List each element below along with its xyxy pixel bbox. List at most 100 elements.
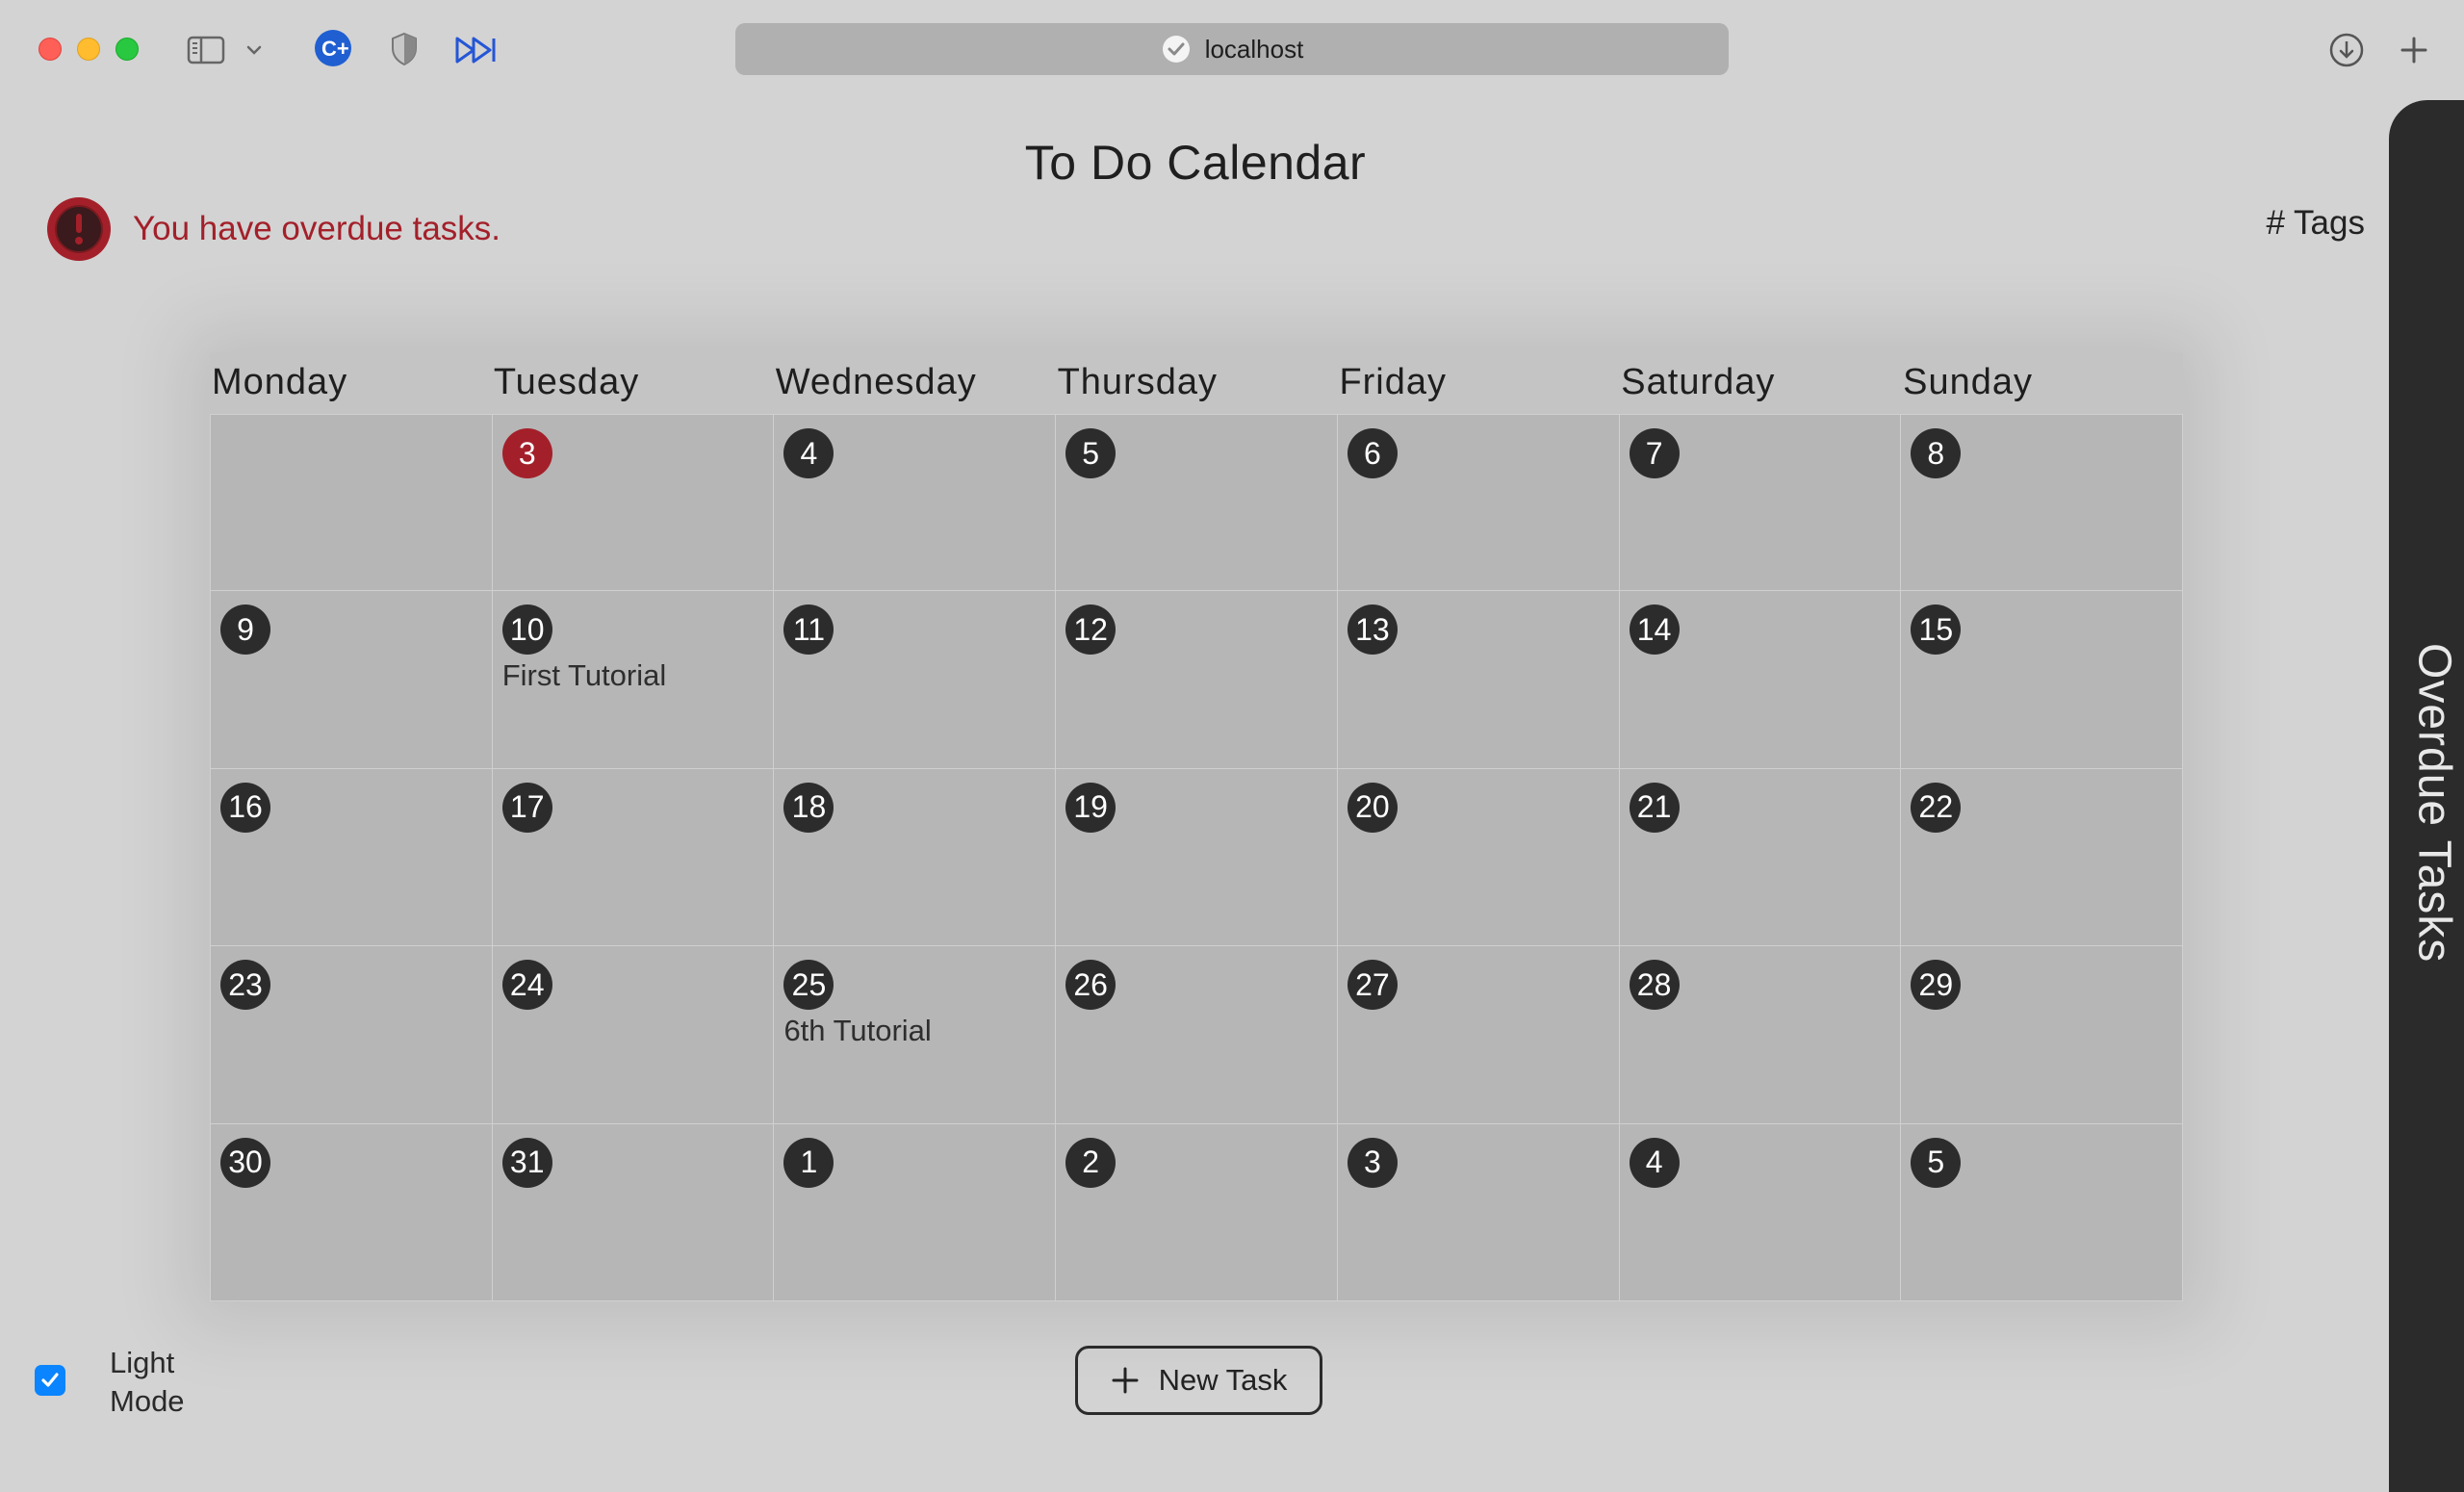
week-row: 3 4 5 6 7 8 xyxy=(210,414,2184,592)
day-cell[interactable]: 4 xyxy=(774,414,1057,592)
weekday-header: Monday xyxy=(212,362,348,402)
day-cell[interactable]: 29 xyxy=(1901,946,2184,1124)
day-cell[interactable]: 7 xyxy=(1619,414,1902,592)
day-number: 3 xyxy=(1347,1137,1398,1188)
day-cell[interactable]: 3 xyxy=(492,414,775,592)
c-plus-extension-icon[interactable]: C+ xyxy=(314,29,352,67)
day-cell[interactable]: 18 xyxy=(774,768,1057,947)
day-cell[interactable]: 31 xyxy=(492,1123,775,1301)
day-number: 26 xyxy=(1065,960,1116,1011)
fast-forward-icon[interactable] xyxy=(452,33,499,67)
day-number: 4 xyxy=(1629,1137,1680,1188)
weekday-header: Thursday xyxy=(1057,362,1218,402)
light-mode-checkbox[interactable] xyxy=(35,1365,65,1396)
shield-icon[interactable] xyxy=(387,31,422,67)
day-number: 18 xyxy=(783,782,834,833)
day-number-today: 3 xyxy=(501,428,552,478)
weekday-header-row: Monday Tuesday Wednesday Thursday Friday Satu… xyxy=(210,352,2183,414)
day-number: 30 xyxy=(220,1137,270,1188)
day-cell[interactable]: 5 xyxy=(1056,414,1338,592)
day-number: 5 xyxy=(1911,1137,1962,1188)
day-cell[interactable]: 28 xyxy=(1619,946,1902,1124)
day-cell[interactable]: 23 xyxy=(210,946,493,1124)
day-number: 6 xyxy=(1347,428,1398,478)
window-close-button[interactable] xyxy=(38,38,62,61)
address-text: localhost xyxy=(1204,34,1304,64)
day-cell[interactable]: 8 xyxy=(1901,414,2184,592)
day-number: 29 xyxy=(1911,960,1962,1011)
day-number: 15 xyxy=(1911,605,1962,656)
day-cell[interactable]: 26 xyxy=(1056,946,1338,1124)
day-cell[interactable]: 2 xyxy=(1056,1123,1338,1301)
secure-check-icon xyxy=(1162,36,1190,63)
day-number: 17 xyxy=(501,782,552,833)
day-cell[interactable]: 27 xyxy=(1337,946,1620,1124)
week-row: 30 31 1 2 3 4 5 xyxy=(210,1123,2184,1301)
day-cell[interactable]: 24 xyxy=(492,946,775,1124)
day-cell[interactable]: 17 xyxy=(492,768,775,947)
day-cell[interactable]: 6 xyxy=(1337,414,1620,592)
day-cell[interactable]: 11 xyxy=(774,591,1057,769)
day-cell[interactable]: 20 xyxy=(1337,768,1620,947)
day-cell[interactable]: 9 xyxy=(210,591,493,769)
plus-icon xyxy=(1112,1367,1139,1394)
day-number: 14 xyxy=(1629,605,1680,656)
address-bar[interactable]: localhost xyxy=(735,23,1729,75)
overdue-tasks-tab[interactable]: Overdue Tasks xyxy=(2389,100,2464,1492)
week-row: 16 17 18 19 20 21 22 xyxy=(210,768,2184,947)
sidebar-icon[interactable] xyxy=(185,33,227,67)
day-cell[interactable]: 12 xyxy=(1056,591,1338,769)
day-cell[interactable]: 30 xyxy=(210,1123,493,1301)
day-cell[interactable]: 22 xyxy=(1901,768,2184,947)
window-zoom-button[interactable] xyxy=(116,38,139,61)
day-cell[interactable]: 10 First Tutorial xyxy=(492,591,775,769)
day-number: 12 xyxy=(1065,605,1116,656)
day-number: 13 xyxy=(1347,605,1398,656)
new-task-label: New Task xyxy=(1158,1363,1288,1397)
day-number: 21 xyxy=(1629,782,1680,833)
chevron-down-icon[interactable] xyxy=(243,39,266,62)
window-minimize-button[interactable] xyxy=(77,38,100,61)
day-cell[interactable]: 4 xyxy=(1619,1123,1902,1301)
day-number: 7 xyxy=(1629,428,1680,478)
task-item[interactable]: First Tutorial xyxy=(502,658,774,693)
week-row: 9 10 First Tutorial 11 12 13 14 15 xyxy=(210,591,2184,769)
day-cell[interactable]: 15 xyxy=(1901,591,2184,769)
day-number: 27 xyxy=(1347,960,1398,1011)
exclamation-icon xyxy=(46,196,112,262)
day-cell[interactable]: 13 xyxy=(1337,591,1620,769)
day-cell[interactable]: 5 xyxy=(1901,1123,2184,1301)
day-number: 20 xyxy=(1347,782,1398,833)
day-cell[interactable]: 19 xyxy=(1056,768,1338,947)
day-number: 11 xyxy=(783,605,834,656)
day-cell[interactable]: 3 xyxy=(1337,1123,1620,1301)
day-cell[interactable]: 25 6th Tutorial xyxy=(774,946,1057,1124)
day-cell[interactable] xyxy=(210,414,493,592)
day-number: 1 xyxy=(783,1137,834,1188)
tags-link[interactable]: # Tags xyxy=(2267,204,2366,243)
day-cell[interactable]: 14 xyxy=(1619,591,1902,769)
plus-icon[interactable] xyxy=(2395,31,2433,69)
checkmark-icon xyxy=(41,1373,59,1387)
day-number: 8 xyxy=(1911,428,1962,478)
task-item[interactable]: 6th Tutorial xyxy=(783,1014,1055,1048)
day-number: 22 xyxy=(1911,782,1962,833)
day-number: 5 xyxy=(1065,428,1116,478)
day-number: 9 xyxy=(220,605,270,656)
day-cell[interactable]: 1 xyxy=(774,1123,1057,1301)
day-number: 10 xyxy=(501,605,552,656)
weekday-header: Saturday xyxy=(1621,362,1776,402)
light-mode-label: Light Mode xyxy=(110,1346,185,1418)
day-number: 2 xyxy=(1065,1137,1116,1188)
weekday-header: Friday xyxy=(1339,362,1448,402)
day-number: 23 xyxy=(220,960,270,1011)
alert-text: You have overdue tasks. xyxy=(133,210,501,247)
day-cell[interactable]: 16 xyxy=(210,768,493,947)
day-cell[interactable]: 21 xyxy=(1619,768,1902,947)
download-icon[interactable] xyxy=(2327,31,2366,69)
light-mode-toggle[interactable]: Light Mode xyxy=(35,1344,196,1421)
day-number: 28 xyxy=(1629,960,1680,1011)
browser-toolbar: C+ localhost xyxy=(0,0,2464,100)
new-task-button[interactable]: New Task xyxy=(1075,1346,1322,1415)
weekday-header: Sunday xyxy=(1903,362,2034,402)
